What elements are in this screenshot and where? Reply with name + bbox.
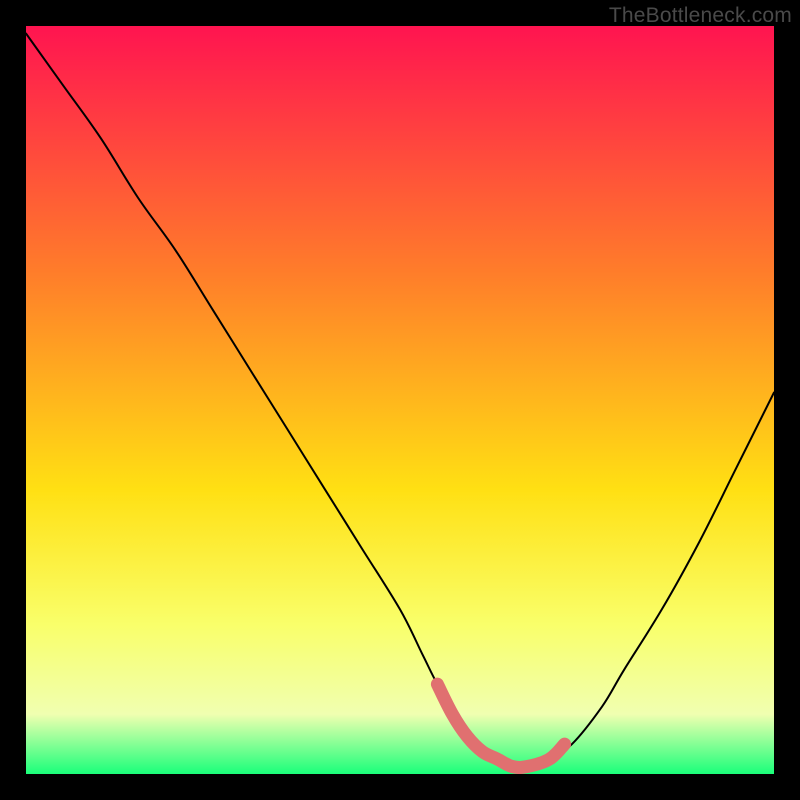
chart-frame: TheBottleneck.com [0,0,800,800]
watermark-text: TheBottleneck.com [609,4,792,28]
plot-area [26,26,774,774]
gradient-background [26,26,774,774]
chart-svg [26,26,774,774]
